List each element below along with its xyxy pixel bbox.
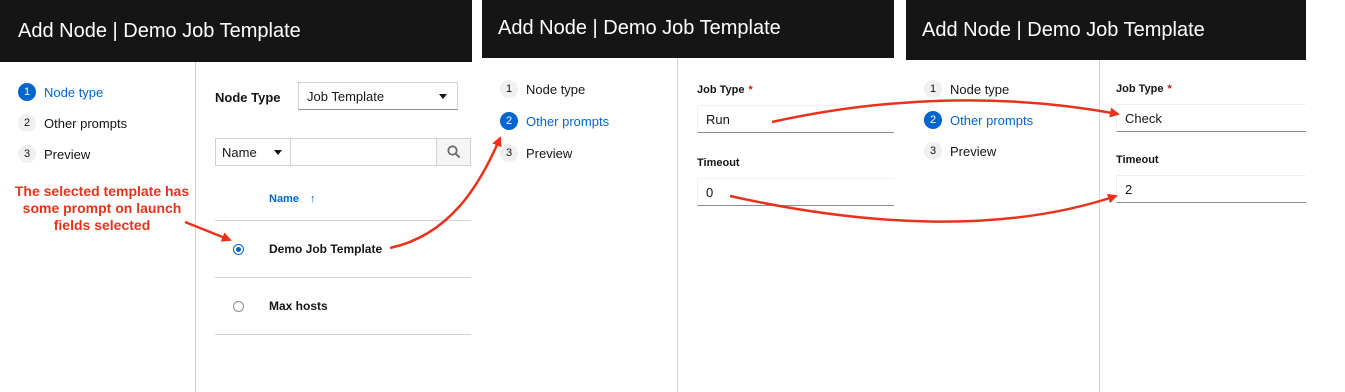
job-type-field[interactable]: Run [697, 105, 894, 133]
search-field-select[interactable]: Name [215, 138, 291, 166]
step-number: 1 [500, 80, 518, 98]
table-row[interactable]: Max hosts [215, 277, 471, 334]
row-name: Demo Job Template [269, 242, 383, 256]
required-indicator: * [748, 84, 753, 96]
step-number: 2 [924, 111, 942, 129]
wizard-panel-other-prompts-before: Add Node | Demo Job Template 1 Node type… [482, 0, 894, 392]
sort-ascending-icon: ↑ [310, 193, 316, 205]
wizard-step-preview[interactable]: 3 Preview [18, 144, 90, 164]
caret-down-icon [439, 94, 447, 99]
wizard-step-node-type[interactable]: 1 Node type [500, 79, 585, 99]
node-type-select-value: Job Template [307, 89, 385, 104]
step-label: Node type [950, 81, 1010, 97]
annotation-callout: The selected template has some prompt on… [14, 183, 190, 233]
search-toolbar: Name [215, 138, 471, 166]
step-label: Preview [44, 146, 91, 162]
step-label: Other prompts [950, 112, 1034, 128]
caret-down-icon [274, 150, 282, 155]
job-type-label-text: Job Type [1116, 83, 1164, 95]
wizard-step-other-prompts[interactable]: 2 Other prompts [500, 111, 609, 131]
node-type-select[interactable]: Job Template [298, 82, 458, 110]
wizard-nav: 1 Node type 2 Other prompts 3 Preview [482, 58, 678, 392]
wizard-step-preview[interactable]: 3 Preview [500, 143, 572, 163]
row-name: Max hosts [269, 299, 328, 313]
search-icon [446, 145, 460, 159]
prompts-form: Job Type * Run Timeout 0 [679, 58, 894, 392]
step-number: 2 [18, 114, 36, 132]
step-label: Preview [526, 145, 573, 161]
step-label: Node type [44, 84, 104, 100]
step-number: 3 [924, 142, 942, 160]
job-type-label: Job Type * [697, 84, 753, 96]
column-header-label: Name [269, 193, 299, 205]
step-number: 3 [18, 145, 36, 163]
table-row[interactable]: Demo Job Template [215, 220, 471, 277]
wizard-panel-other-prompts-after: Add Node | Demo Job Template 1 Node type… [906, 0, 1306, 392]
wizard-panel-node-type: Add Node | Demo Job Template 1 Node type… [0, 0, 472, 392]
wizard-step-other-prompts[interactable]: 2 Other prompts [18, 113, 127, 133]
column-header-name[interactable]: Name ↑ [269, 193, 316, 205]
timeout-label: Timeout [1116, 154, 1159, 166]
row-radio[interactable] [233, 244, 244, 255]
wizard-step-node-type[interactable]: 1 Node type [18, 82, 103, 102]
step-number: 3 [500, 144, 518, 162]
search-button[interactable] [437, 138, 471, 166]
step-label: Other prompts [526, 113, 610, 129]
required-indicator: * [1167, 83, 1172, 95]
timeout-label: Timeout [697, 157, 740, 169]
step-label: Preview [950, 143, 997, 159]
job-type-label-text: Job Type [697, 84, 745, 96]
prompts-form: Job Type * Check Timeout 2 [1101, 60, 1306, 392]
search-field-value: Name [222, 145, 257, 160]
modal-title: Add Node | Demo Job Template [0, 0, 472, 62]
timeout-field[interactable]: 0 [697, 178, 894, 206]
step-number: 1 [18, 83, 36, 101]
node-type-content: Node Type Job Template Name Name ↑ Demo … [197, 62, 472, 392]
wizard-step-other-prompts[interactable]: 2 Other prompts [924, 110, 1033, 130]
search-input[interactable] [291, 138, 437, 166]
modal-title: Add Node | Demo Job Template [482, 0, 894, 58]
wizard-nav: 1 Node type 2 Other prompts 3 Preview [906, 60, 1100, 392]
step-number: 1 [924, 80, 942, 98]
step-number: 2 [500, 112, 518, 130]
wizard-step-node-type[interactable]: 1 Node type [924, 79, 1009, 99]
modal-title: Add Node | Demo Job Template [906, 0, 1306, 60]
step-label: Node type [526, 81, 586, 97]
table-divider [215, 334, 471, 335]
row-radio[interactable] [233, 301, 244, 312]
step-label: Other prompts [44, 115, 128, 131]
job-type-label: Job Type * [1116, 83, 1172, 95]
job-type-field[interactable]: Check [1116, 104, 1306, 132]
timeout-field[interactable]: 2 [1116, 175, 1306, 203]
node-type-label: Node Type [215, 90, 281, 105]
wizard-step-preview[interactable]: 3 Preview [924, 141, 996, 161]
